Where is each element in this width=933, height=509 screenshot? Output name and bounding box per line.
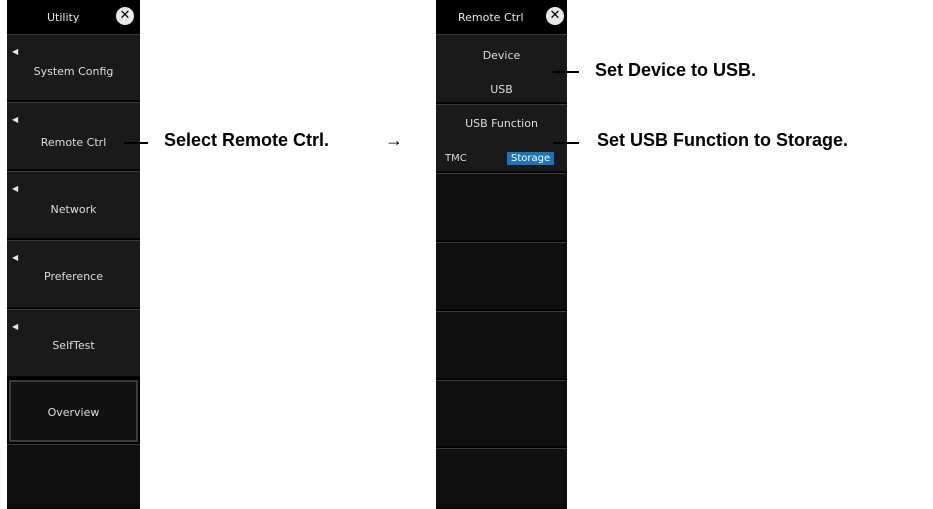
menu-item-label: Preference xyxy=(44,270,103,283)
callout-line-usb-function xyxy=(553,142,579,144)
menu-item-label: Remote Ctrl xyxy=(40,136,107,149)
empty-slot xyxy=(7,444,140,509)
chevron-left-icon: ◀ xyxy=(12,47,19,56)
usb-function-label: USB Function xyxy=(465,117,538,130)
remote-ctrl-panel: Remote Ctrl ✕ Device USB USB Function TM… xyxy=(436,0,567,509)
empty-slot xyxy=(436,448,567,509)
option-storage-selected[interactable]: Storage xyxy=(507,152,555,165)
callout-line-remote xyxy=(124,142,148,144)
device-label: Device xyxy=(482,49,521,62)
utility-panel: Utility ✕ ◀ System Config ◀ Remote Ctrl … xyxy=(7,0,140,509)
chevron-left-icon: ◀ xyxy=(12,253,19,262)
close-icon[interactable]: ✕ xyxy=(546,7,564,25)
callout-line-device xyxy=(553,71,579,73)
usb-function-setting[interactable]: USB Function TMC Storage xyxy=(436,104,567,172)
empty-slot xyxy=(436,242,567,310)
empty-slot xyxy=(436,311,567,379)
utility-header: Utility ✕ xyxy=(7,0,140,33)
overview-button[interactable]: Overview xyxy=(9,380,138,442)
menu-item-preference[interactable]: ◀ Preference xyxy=(7,240,140,308)
annotation-set-usb-function: Set USB Function to Storage. xyxy=(597,130,849,150)
device-setting[interactable]: Device USB xyxy=(436,34,567,103)
annotation-set-device: Set Device to USB. xyxy=(595,60,757,80)
annotation-select-remote: Select Remote Ctrl. xyxy=(164,130,330,150)
menu-item-remote-ctrl[interactable]: ◀ Remote Ctrl xyxy=(7,102,140,170)
chevron-left-icon: ◀ xyxy=(12,184,19,193)
overview-label: Overview xyxy=(47,406,100,419)
device-value: USB xyxy=(490,83,513,96)
remote-ctrl-header: Remote Ctrl ✕ xyxy=(436,0,567,33)
menu-item-label: SelfTest xyxy=(52,339,95,352)
utility-title: Utility xyxy=(47,11,80,24)
chevron-left-icon: ◀ xyxy=(12,322,19,331)
empty-slot xyxy=(436,380,567,447)
arrow-right-icon: → xyxy=(385,130,403,150)
menu-item-system-config[interactable]: ◀ System Config xyxy=(7,34,140,101)
chevron-left-icon: ◀ xyxy=(12,115,19,124)
option-tmc[interactable]: TMC xyxy=(445,153,467,164)
empty-slot xyxy=(436,173,567,241)
menu-item-selftest[interactable]: ◀ SelfTest xyxy=(7,309,140,377)
close-icon[interactable]: ✕ xyxy=(116,7,134,25)
remote-ctrl-title: Remote Ctrl xyxy=(458,11,524,24)
menu-item-label: System Config xyxy=(33,65,114,78)
menu-item-label: Network xyxy=(50,203,97,216)
menu-item-network[interactable]: ◀ Network xyxy=(7,171,140,239)
